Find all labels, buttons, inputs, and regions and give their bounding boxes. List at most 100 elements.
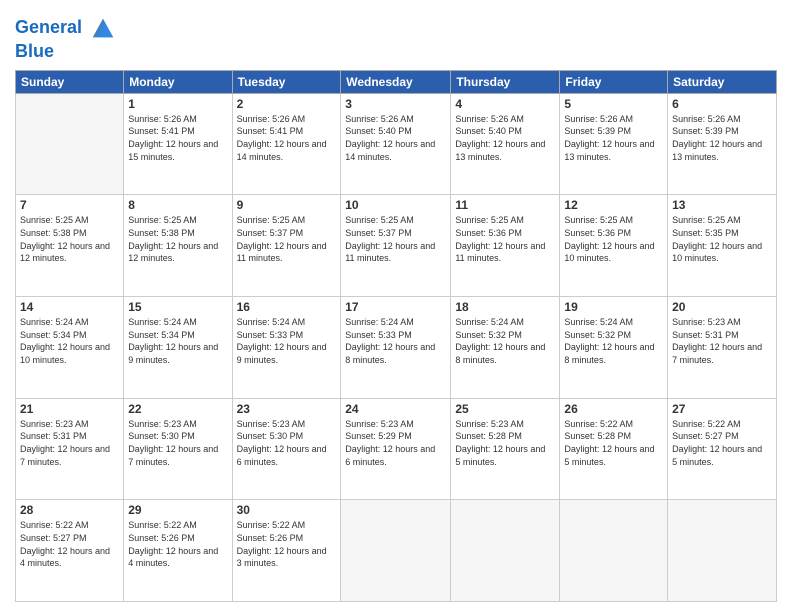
day-cell: 23 Sunrise: 5:23 AMSunset: 5:30 PMDayligh… [232, 398, 341, 500]
day-info: Sunrise: 5:24 AMSunset: 5:33 PMDaylight:… [237, 316, 337, 366]
header: General Blue [15, 10, 777, 62]
week-row-4: 21 Sunrise: 5:23 AMSunset: 5:31 PMDayligh… [16, 398, 777, 500]
day-cell: 19Sunrise: 5:24 AMSunset: 5:32 PMDayligh… [560, 297, 668, 399]
week-row-2: 7 Sunrise: 5:25 AMSunset: 5:38 PMDaylight… [16, 195, 777, 297]
day-cell: 10 Sunrise: 5:25 AMSunset: 5:37 PMDayligh… [341, 195, 451, 297]
day-cell: 27 Sunrise: 5:22 AMSunset: 5:27 PMDayligh… [668, 398, 777, 500]
day-number: 27 [672, 402, 772, 416]
day-info: Sunrise: 5:22 AMSunset: 5:27 PMDaylight:… [672, 418, 772, 468]
column-header-monday: Monday [124, 70, 232, 93]
day-info: Sunrise: 5:24 AMSunset: 5:32 PMDaylight:… [455, 316, 555, 366]
day-info: Sunrise: 5:23 AMSunset: 5:31 PMDaylight:… [672, 316, 772, 366]
day-number: 12 [564, 198, 663, 212]
day-cell: 9 Sunrise: 5:25 AMSunset: 5:37 PMDaylight… [232, 195, 341, 297]
day-number: 28 [20, 503, 119, 517]
column-header-sunday: Sunday [16, 70, 124, 93]
day-info: Sunrise: 5:26 AMSunset: 5:39 PMDaylight:… [564, 113, 663, 163]
column-header-thursday: Thursday [451, 70, 560, 93]
day-info: Sunrise: 5:22 AMSunset: 5:26 PMDaylight:… [237, 519, 337, 569]
day-cell: 2Sunrise: 5:26 AMSunset: 5:41 PMDaylight… [232, 93, 341, 195]
day-number: 7 [20, 198, 119, 212]
day-info: Sunrise: 5:26 AMSunset: 5:39 PMDaylight:… [672, 113, 772, 163]
week-row-5: 28 Sunrise: 5:22 AMSunset: 5:27 PMDayligh… [16, 500, 777, 602]
day-cell: 3Sunrise: 5:26 AMSunset: 5:40 PMDaylight… [341, 93, 451, 195]
day-cell [668, 500, 777, 602]
day-number: 14 [20, 300, 119, 314]
day-number: 15 [128, 300, 227, 314]
day-number: 18 [455, 300, 555, 314]
day-cell: 1Sunrise: 5:26 AMSunset: 5:41 PMDaylight… [124, 93, 232, 195]
day-info: Sunrise: 5:25 AMSunset: 5:35 PMDaylight:… [672, 214, 772, 264]
day-info: Sunrise: 5:25 AMSunset: 5:37 PMDaylight:… [345, 214, 446, 264]
day-info: Sunrise: 5:24 AMSunset: 5:33 PMDaylight:… [345, 316, 446, 366]
calendar-header-row: SundayMondayTuesdayWednesdayThursdayFrid… [16, 70, 777, 93]
day-number: 30 [237, 503, 337, 517]
logo-text: General [15, 14, 117, 42]
day-cell: 21 Sunrise: 5:23 AMSunset: 5:31 PMDayligh… [16, 398, 124, 500]
day-cell: 24 Sunrise: 5:23 AMSunset: 5:29 PMDayligh… [341, 398, 451, 500]
day-info: Sunrise: 5:26 AMSunset: 5:40 PMDaylight:… [345, 113, 446, 163]
day-info: Sunrise: 5:23 AMSunset: 5:29 PMDaylight:… [345, 418, 446, 468]
calendar-table: SundayMondayTuesdayWednesdayThursdayFrid… [15, 70, 777, 602]
column-header-tuesday: Tuesday [232, 70, 341, 93]
logo-icon [89, 14, 117, 42]
day-cell: 16Sunrise: 5:24 AMSunset: 5:33 PMDayligh… [232, 297, 341, 399]
day-number: 6 [672, 97, 772, 111]
day-cell: 13 Sunrise: 5:25 AMSunset: 5:35 PMDayligh… [668, 195, 777, 297]
day-info: Sunrise: 5:25 AMSunset: 5:36 PMDaylight:… [564, 214, 663, 264]
day-cell [451, 500, 560, 602]
day-info: Sunrise: 5:24 AMSunset: 5:32 PMDaylight:… [564, 316, 663, 366]
calendar-page: General Blue SundayMondayTuesdayWednesda… [0, 0, 792, 612]
day-number: 8 [128, 198, 227, 212]
day-info: Sunrise: 5:26 AMSunset: 5:41 PMDaylight:… [128, 113, 227, 163]
day-cell: 25Sunrise: 5:23 AMSunset: 5:28 PMDayligh… [451, 398, 560, 500]
day-number: 23 [237, 402, 337, 416]
day-info: Sunrise: 5:23 AMSunset: 5:30 PMDaylight:… [237, 418, 337, 468]
day-cell: 29 Sunrise: 5:22 AMSunset: 5:26 PMDayligh… [124, 500, 232, 602]
day-cell: 30 Sunrise: 5:22 AMSunset: 5:26 PMDayligh… [232, 500, 341, 602]
day-cell: 20Sunrise: 5:23 AMSunset: 5:31 PMDayligh… [668, 297, 777, 399]
day-cell [16, 93, 124, 195]
day-info: Sunrise: 5:25 AMSunset: 5:36 PMDaylight:… [455, 214, 555, 264]
day-cell: 17 Sunrise: 5:24 AMSunset: 5:33 PMDayligh… [341, 297, 451, 399]
column-header-friday: Friday [560, 70, 668, 93]
day-cell: 6 Sunrise: 5:26 AMSunset: 5:39 PMDaylight… [668, 93, 777, 195]
day-info: Sunrise: 5:25 AMSunset: 5:38 PMDaylight:… [20, 214, 119, 264]
day-info: Sunrise: 5:24 AMSunset: 5:34 PMDaylight:… [20, 316, 119, 366]
day-info: Sunrise: 5:22 AMSunset: 5:28 PMDaylight:… [564, 418, 663, 468]
day-info: Sunrise: 5:22 AMSunset: 5:27 PMDaylight:… [20, 519, 119, 569]
week-row-1: 1Sunrise: 5:26 AMSunset: 5:41 PMDaylight… [16, 93, 777, 195]
day-info: Sunrise: 5:24 AMSunset: 5:34 PMDaylight:… [128, 316, 227, 366]
day-info: Sunrise: 5:25 AMSunset: 5:37 PMDaylight:… [237, 214, 337, 264]
day-cell: 26Sunrise: 5:22 AMSunset: 5:28 PMDayligh… [560, 398, 668, 500]
column-header-wednesday: Wednesday [341, 70, 451, 93]
day-cell: 4Sunrise: 5:26 AMSunset: 5:40 PMDaylight… [451, 93, 560, 195]
day-number: 13 [672, 198, 772, 212]
day-number: 29 [128, 503, 227, 517]
day-cell: 7 Sunrise: 5:25 AMSunset: 5:38 PMDaylight… [16, 195, 124, 297]
day-number: 24 [345, 402, 446, 416]
day-cell: 28 Sunrise: 5:22 AMSunset: 5:27 PMDayligh… [16, 500, 124, 602]
day-number: 9 [237, 198, 337, 212]
week-row-3: 14 Sunrise: 5:24 AMSunset: 5:34 PMDayligh… [16, 297, 777, 399]
day-info: Sunrise: 5:25 AMSunset: 5:38 PMDaylight:… [128, 214, 227, 264]
day-number: 21 [20, 402, 119, 416]
day-cell: 11 Sunrise: 5:25 AMSunset: 5:36 PMDayligh… [451, 195, 560, 297]
day-number: 11 [455, 198, 555, 212]
logo-general: General [15, 17, 82, 37]
day-number: 17 [345, 300, 446, 314]
day-cell: 14 Sunrise: 5:24 AMSunset: 5:34 PMDayligh… [16, 297, 124, 399]
day-number: 5 [564, 97, 663, 111]
day-number: 10 [345, 198, 446, 212]
day-info: Sunrise: 5:22 AMSunset: 5:26 PMDaylight:… [128, 519, 227, 569]
day-cell: 5 Sunrise: 5:26 AMSunset: 5:39 PMDaylight… [560, 93, 668, 195]
day-info: Sunrise: 5:23 AMSunset: 5:28 PMDaylight:… [455, 418, 555, 468]
logo: General Blue [15, 14, 117, 62]
day-info: Sunrise: 5:23 AMSunset: 5:30 PMDaylight:… [128, 418, 227, 468]
day-cell: 22Sunrise: 5:23 AMSunset: 5:30 PMDayligh… [124, 398, 232, 500]
day-cell [560, 500, 668, 602]
day-info: Sunrise: 5:23 AMSunset: 5:31 PMDaylight:… [20, 418, 119, 468]
day-info: Sunrise: 5:26 AMSunset: 5:41 PMDaylight:… [237, 113, 337, 163]
day-cell [341, 500, 451, 602]
logo-blue: Blue [15, 42, 117, 62]
